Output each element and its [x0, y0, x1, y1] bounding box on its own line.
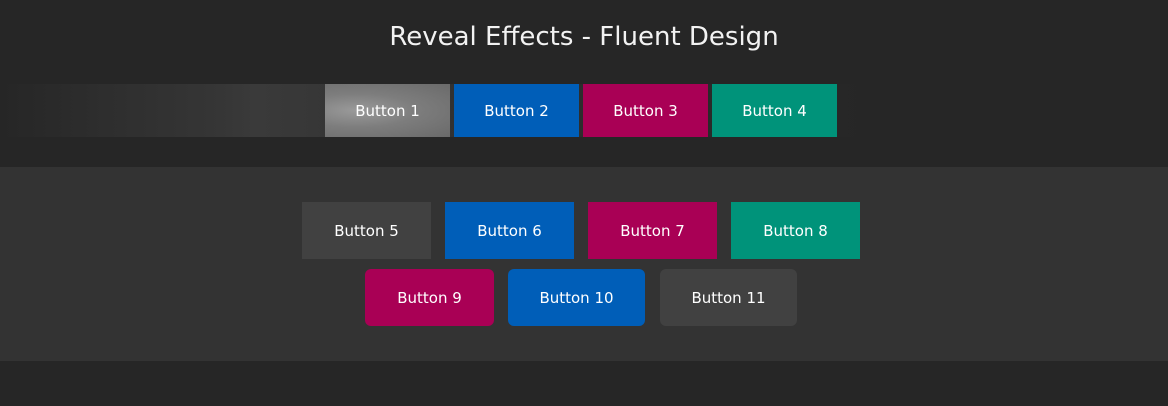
button-8[interactable]: Button 8 [731, 202, 860, 259]
button-2[interactable]: Button 2 [454, 84, 579, 137]
button-1[interactable]: Button 1 [325, 84, 450, 137]
button-10[interactable]: Button 10 [508, 269, 645, 326]
button-panel [0, 167, 1168, 361]
button-7[interactable]: Button 7 [588, 202, 717, 259]
button-11[interactable]: Button 11 [660, 269, 797, 326]
button-6[interactable]: Button 6 [445, 202, 574, 259]
page: Reveal Effects - Fluent Design Button 1 … [0, 0, 1168, 406]
button-4[interactable]: Button 4 [712, 84, 837, 137]
button-3[interactable]: Button 3 [583, 84, 708, 137]
button-9[interactable]: Button 9 [365, 269, 494, 326]
page-title: Reveal Effects - Fluent Design [389, 22, 779, 52]
button-5[interactable]: Button 5 [302, 202, 431, 259]
